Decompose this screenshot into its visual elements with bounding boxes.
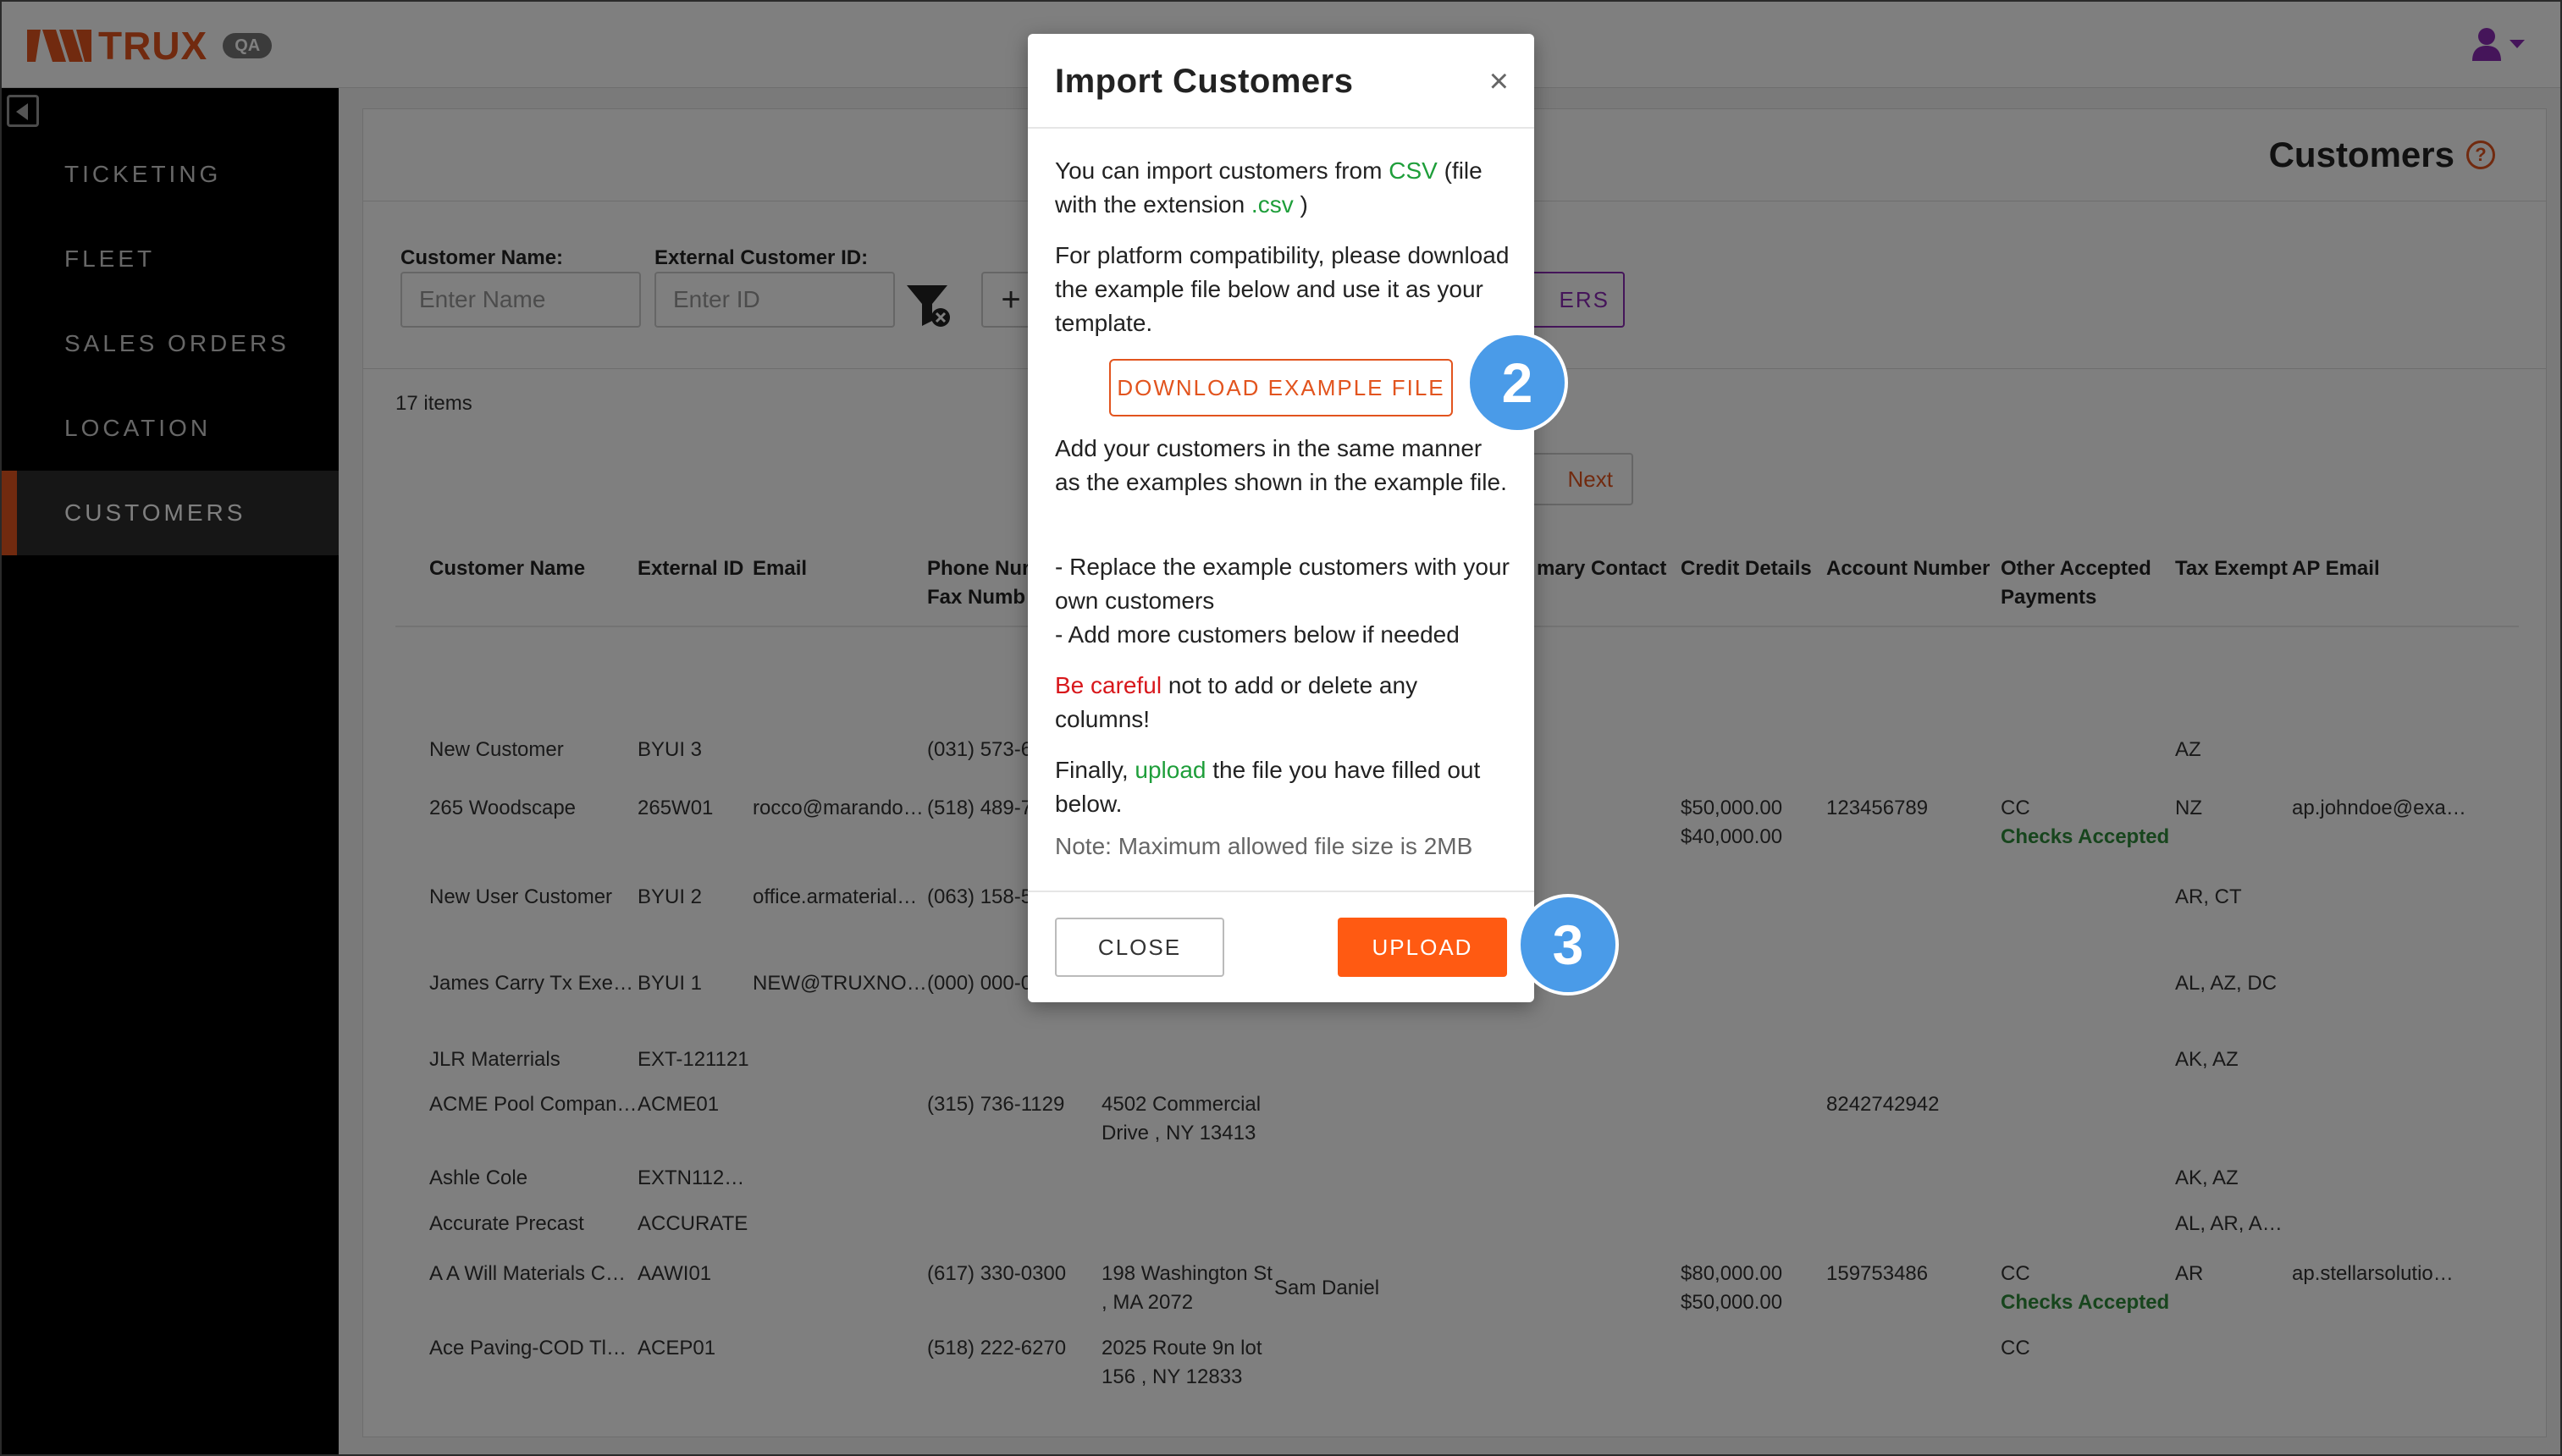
divider: [1028, 127, 1534, 129]
close-button[interactable]: CLOSE: [1055, 918, 1224, 977]
intro-text: You can import customers from CSV (file …: [1055, 157, 1483, 218]
careful-text: Be careful not to add or delete any colu…: [1055, 672, 1418, 732]
close-icon[interactable]: ×: [1489, 64, 1509, 98]
bullet-replace: - Replace the example customers with you…: [1055, 554, 1510, 614]
import-customers-modal: Import Customers × You can import custom…: [1028, 34, 1534, 1002]
csv-link-text: CSV: [1389, 157, 1438, 184]
add-customers-text: Add your customers in the same manner as…: [1055, 435, 1507, 495]
compat-text: For platform compatibility, please downl…: [1055, 242, 1510, 336]
bullet-add-more: - Add more customers below if needed: [1055, 621, 1460, 648]
file-size-note: Note: Maximum allowed file size is 2MB: [1055, 833, 1473, 859]
upload-button[interactable]: UPLOAD: [1338, 918, 1507, 977]
modal-title: Import Customers: [1055, 63, 1354, 100]
divider: [1028, 891, 1534, 892]
step-marker-2: 2: [1466, 332, 1568, 433]
finally-text: Finally, upload the file you have filled…: [1055, 757, 1481, 817]
step-marker-3: 3: [1517, 894, 1619, 995]
download-example-file-button[interactable]: DOWNLOAD EXAMPLE FILE: [1109, 359, 1453, 416]
